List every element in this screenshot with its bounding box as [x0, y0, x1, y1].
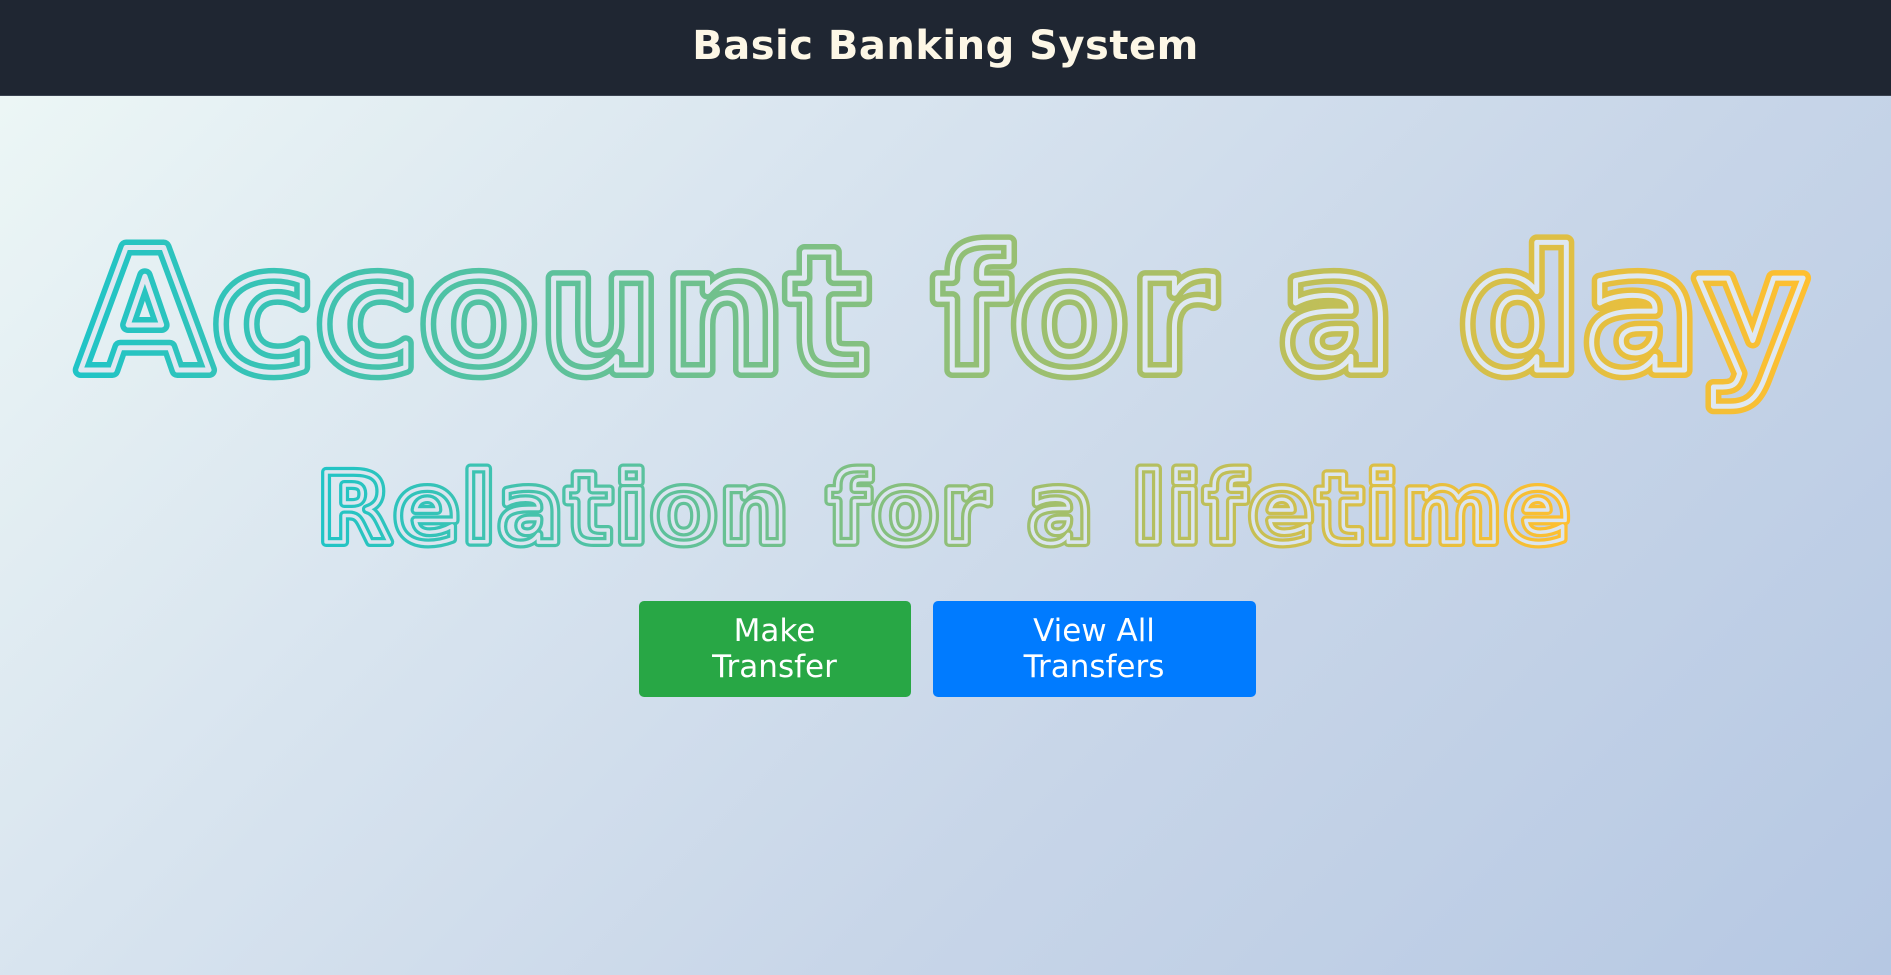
view-all-transfers-button[interactable]: View All Transfers — [932, 601, 1256, 697]
hero-subheadline-graphic: Relation for a lifetime Relation for a l… — [312, 450, 1575, 570]
make-transfer-button[interactable]: Make Transfer — [638, 601, 911, 697]
hero-actions: Make Transfer View All Transfers — [0, 601, 1891, 697]
hero-headline-inner: Account for a day — [80, 214, 1810, 410]
hero-headline-graphic: Account for a day Account for a day — [72, 210, 1814, 418]
top-navbar: Basic Banking System — [0, 0, 1891, 96]
brand-title[interactable]: Basic Banking System — [692, 23, 1199, 69]
hero-subheadline-inner: Relation for a lifetime — [317, 453, 1573, 565]
